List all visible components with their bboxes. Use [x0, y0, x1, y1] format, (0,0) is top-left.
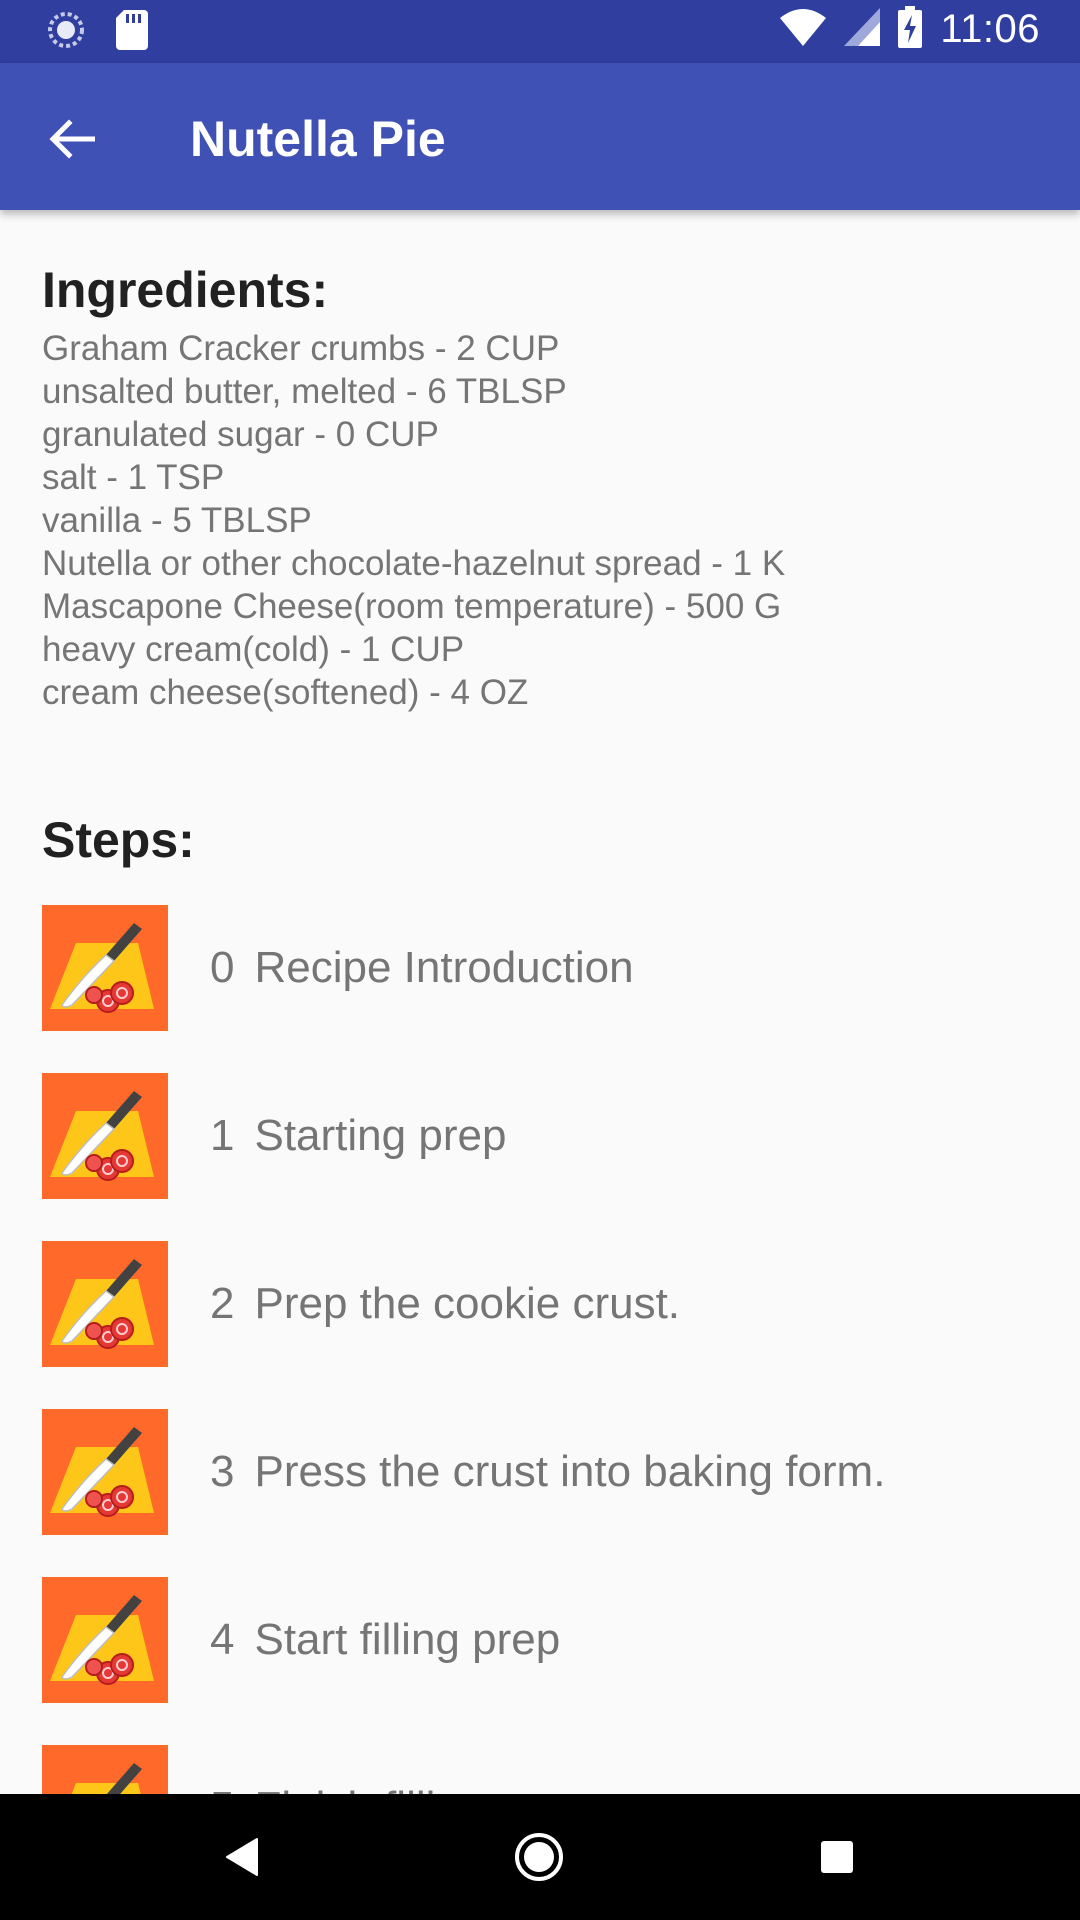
- signal-icon: [844, 8, 881, 51]
- knife-cutting-icon: [42, 1577, 168, 1703]
- status-bar: 11:06: [0, 0, 1080, 63]
- step-label: Starting prep: [254, 1111, 507, 1160]
- step-item[interactable]: 2 Prep the cookie crust.: [42, 1230, 1042, 1398]
- status-left-icons: [46, 10, 148, 55]
- sync-icon: [46, 10, 86, 55]
- step-label-group: 1 Starting prep: [210, 1108, 506, 1164]
- recents-square-icon: [821, 1841, 853, 1873]
- nav-home-button[interactable]: [506, 1824, 572, 1890]
- ingredient-item: Mascapone Cheese(room temperature) - 500…: [42, 587, 782, 626]
- step-label: Prep the cookie crust.: [254, 1279, 681, 1328]
- ingredient-item: salt - 1 TSP: [42, 458, 225, 497]
- sd-card-icon: [116, 10, 148, 55]
- page-title: Nutella Pie: [190, 111, 446, 167]
- step-label-group: 2 Prep the cookie crust.: [210, 1276, 680, 1332]
- step-label-group: 0 Recipe Introduction: [210, 940, 634, 996]
- knife-cutting-icon: [42, 905, 168, 1031]
- nav-back-button[interactable]: [208, 1824, 274, 1890]
- ingredient-item: heavy cream(cold) - 1 CUP: [42, 630, 465, 669]
- wifi-icon: [780, 8, 827, 51]
- step-label-group: 4 Start filling prep: [210, 1612, 560, 1668]
- knife-cutting-icon: [42, 1409, 168, 1535]
- ingredient-item: Nutella or other chocolate-hazelnut spre…: [42, 544, 786, 583]
- app-bar: Nutella Pie: [0, 63, 1080, 210]
- system-nav-bar: [0, 1794, 1080, 1920]
- step-label-group: 3 Press the crust into baking form.: [210, 1444, 885, 1500]
- ingredient-item: cream cheese(softened) - 4 OZ: [42, 673, 529, 712]
- screen: 11:06 Nutella Pie Ingredients: Graham Cr…: [0, 0, 1080, 1920]
- ingredient-item: unsalted butter, melted - 6 TBLSP: [42, 372, 567, 411]
- step-item[interactable]: 1 Starting prep: [42, 1062, 1042, 1230]
- step-number: 1: [210, 1111, 235, 1160]
- back-triangle-icon: [226, 1838, 258, 1876]
- step-label: Start filling prep: [254, 1615, 561, 1664]
- home-circle-icon: [515, 1833, 563, 1881]
- battery-charging-icon: [898, 6, 923, 53]
- ingredient-item: granulated sugar - 0 CUP: [42, 415, 439, 454]
- step-list: 0 Recipe Introduction 1 Starting prep 2 Pre…: [42, 894, 1042, 1902]
- step-number: 4: [210, 1615, 235, 1664]
- knife-cutting-icon: [42, 1241, 168, 1367]
- ingredient-item: Graham Cracker crumbs - 2 CUP: [42, 329, 560, 368]
- step-item[interactable]: 0 Recipe Introduction: [42, 894, 1042, 1062]
- steps-title: Steps:: [42, 812, 195, 868]
- step-label: Recipe Introduction: [254, 943, 634, 992]
- ingredients-title: Ingredients:: [42, 262, 329, 318]
- status-right-icons: 11:06: [780, 6, 1040, 53]
- ingredient-list: Graham Cracker crumbs - 2 CUP unsalted bu…: [42, 327, 785, 714]
- step-number: 2: [210, 1279, 235, 1328]
- ingredient-item: vanilla - 5 TBLSP: [42, 501, 312, 540]
- status-time: 11:06: [940, 7, 1040, 51]
- step-label: Press the crust into baking form.: [254, 1447, 886, 1496]
- step-item[interactable]: 3 Press the crust into baking form.: [42, 1398, 1042, 1566]
- step-number: 0: [210, 943, 235, 992]
- back-button[interactable]: [40, 107, 104, 171]
- knife-cutting-icon: [42, 1073, 168, 1199]
- step-item[interactable]: 4 Start filling prep: [42, 1566, 1042, 1734]
- arrow-back-icon: [49, 119, 95, 159]
- nav-recents-button[interactable]: [804, 1824, 870, 1890]
- step-number: 3: [210, 1447, 235, 1496]
